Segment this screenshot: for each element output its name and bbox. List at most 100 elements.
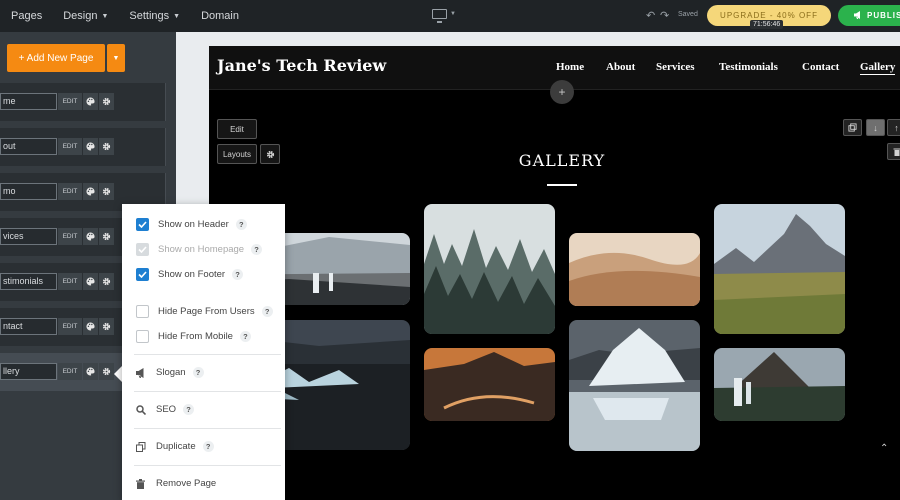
- undo-icon[interactable]: ↶: [646, 9, 655, 22]
- page-edit-button[interactable]: EDIT: [58, 228, 82, 245]
- page-edit-button[interactable]: EDIT: [58, 273, 82, 290]
- site-nav-about[interactable]: About: [606, 61, 635, 73]
- menu-divider: [134, 391, 281, 392]
- misty-forest-image: [424, 204, 555, 334]
- menu-divider: [134, 465, 281, 466]
- gear-icon[interactable]: [99, 273, 114, 290]
- palette-icon[interactable]: [83, 93, 98, 110]
- gear-icon[interactable]: [99, 363, 114, 380]
- add-section-plus-icon[interactable]: +: [550, 80, 574, 104]
- nav-pages[interactable]: Pages: [11, 10, 42, 22]
- checkbox-checked-icon[interactable]: [136, 268, 149, 281]
- gear-icon[interactable]: [99, 318, 114, 335]
- page-name-field[interactable]: ntact: [0, 318, 57, 335]
- menu-slogan[interactable]: Slogan ?: [136, 367, 204, 378]
- page-row-about[interactable]: out EDIT: [0, 128, 166, 166]
- gear-icon[interactable]: [99, 93, 114, 110]
- gallery-photo-3[interactable]: [569, 233, 700, 306]
- menu-seo[interactable]: SEO ?: [136, 404, 195, 415]
- glacier-iceberg-image: [569, 320, 700, 451]
- page-name-field[interactable]: stimonials: [0, 273, 57, 290]
- nav-settings-label: Settings: [129, 10, 170, 22]
- help-icon[interactable]: ?: [202, 441, 214, 452]
- move-up-arrow-icon[interactable]: ↑: [887, 119, 900, 136]
- gallery-photo-8[interactable]: [714, 348, 845, 421]
- menu-hide-from-mobile[interactable]: Hide From Mobile ?: [136, 330, 251, 343]
- page-edit-button[interactable]: EDIT: [58, 363, 82, 380]
- publish-button[interactable]: PUBLISH: [838, 5, 900, 26]
- menu-hide-page-from-users[interactable]: Hide Page From Users ?: [136, 305, 273, 318]
- site-nav-home[interactable]: Home: [556, 61, 584, 73]
- palette-icon[interactable]: [83, 228, 98, 245]
- page-name-field[interactable]: vices: [0, 228, 57, 245]
- menu-show-on-homepage: Show on Homepage ?: [136, 243, 263, 256]
- gear-icon[interactable]: [99, 138, 114, 155]
- gallery-title[interactable]: GALLERY: [209, 151, 900, 170]
- page-edit-button[interactable]: EDIT: [58, 138, 82, 155]
- menu-remove-page[interactable]: Remove Page: [136, 478, 216, 489]
- help-icon[interactable]: ?: [232, 269, 244, 280]
- checkbox-unchecked-icon[interactable]: [136, 305, 149, 318]
- site-nav-services[interactable]: Services: [656, 61, 694, 73]
- help-icon[interactable]: ?: [235, 219, 247, 230]
- menu-divider: [134, 354, 281, 355]
- redo-icon[interactable]: ↷: [660, 9, 669, 22]
- device-preview-selector[interactable]: ▼: [432, 9, 456, 23]
- add-new-page-button[interactable]: + Add New Page: [7, 44, 105, 72]
- gallery-photo-2[interactable]: [424, 204, 555, 334]
- checkbox-unchecked-icon[interactable]: [136, 330, 149, 343]
- section-edit-button[interactable]: Edit: [217, 119, 257, 139]
- nav-design[interactable]: Design ▼: [63, 10, 108, 22]
- sand-dunes-image: [569, 233, 700, 306]
- chevron-down-icon: ▼: [450, 11, 456, 17]
- chevron-down-icon: ▼: [101, 12, 109, 20]
- palette-icon[interactable]: [83, 183, 98, 200]
- duplicate-section-icon[interactable]: [843, 119, 862, 136]
- palette-icon[interactable]: [83, 363, 98, 380]
- gear-icon[interactable]: [99, 183, 114, 200]
- page-edit-button[interactable]: EDIT: [58, 318, 82, 335]
- add-page-dropdown-button[interactable]: ▼: [107, 44, 125, 72]
- site-nav-contact[interactable]: Contact: [802, 61, 839, 73]
- gear-icon[interactable]: [99, 228, 114, 245]
- gallery-photo-6[interactable]: [424, 348, 555, 421]
- help-icon[interactable]: ?: [251, 244, 263, 255]
- menu-show-on-header[interactable]: Show on Header ?: [136, 218, 247, 231]
- publish-label: PUBLISH: [867, 11, 900, 20]
- website-preview: Jane's Tech Review Home About Services T…: [189, 46, 900, 500]
- page-name-field[interactable]: me: [0, 93, 57, 110]
- site-nav-testimonials[interactable]: Testimonials: [719, 61, 778, 73]
- page-row-home[interactable]: me EDIT: [0, 83, 166, 121]
- page-edit-button[interactable]: EDIT: [58, 93, 82, 110]
- menu-item-label: Show on Footer: [158, 269, 226, 280]
- help-icon[interactable]: ?: [183, 404, 195, 415]
- nav-domain[interactable]: Domain: [201, 10, 239, 22]
- page-name-field[interactable]: llery: [0, 363, 57, 380]
- page-edit-button[interactable]: EDIT: [58, 183, 82, 200]
- nav-settings[interactable]: Settings ▼: [129, 10, 180, 22]
- site-title[interactable]: Jane's Tech Review: [217, 56, 386, 75]
- help-icon[interactable]: ?: [261, 306, 273, 317]
- page-name-field[interactable]: mo: [0, 183, 57, 200]
- move-down-arrow-icon[interactable]: ↓: [866, 119, 885, 136]
- gallery-photo-7[interactable]: [569, 320, 700, 451]
- help-icon[interactable]: ?: [192, 367, 204, 378]
- gallery-photo-4[interactable]: [714, 204, 845, 334]
- chevron-down-icon: ▼: [173, 12, 181, 20]
- menu-show-on-footer[interactable]: Show on Footer ?: [136, 268, 244, 281]
- help-icon[interactable]: ?: [239, 331, 251, 342]
- menu-item-label: SEO: [156, 404, 177, 415]
- palette-icon[interactable]: [83, 318, 98, 335]
- palette-icon[interactable]: [83, 138, 98, 155]
- palette-icon[interactable]: [83, 273, 98, 290]
- sunset-river-image: [424, 348, 555, 421]
- checkbox-checked-icon[interactable]: [136, 218, 149, 231]
- chevron-down-icon: ▼: [112, 54, 120, 62]
- top-toolbar: Pages Design ▼ Settings ▼ Domain ▼ ↶ ↷ Sav…: [0, 0, 900, 32]
- menu-duplicate[interactable]: Duplicate ?: [136, 441, 214, 452]
- upgrade-countdown-timer: 71:56:46: [750, 20, 784, 29]
- page-name-field[interactable]: out: [0, 138, 57, 155]
- site-nav-gallery[interactable]: Gallery: [860, 61, 896, 75]
- scroll-up-icon[interactable]: ⌃: [880, 443, 888, 454]
- nav-design-label: Design: [63, 10, 98, 22]
